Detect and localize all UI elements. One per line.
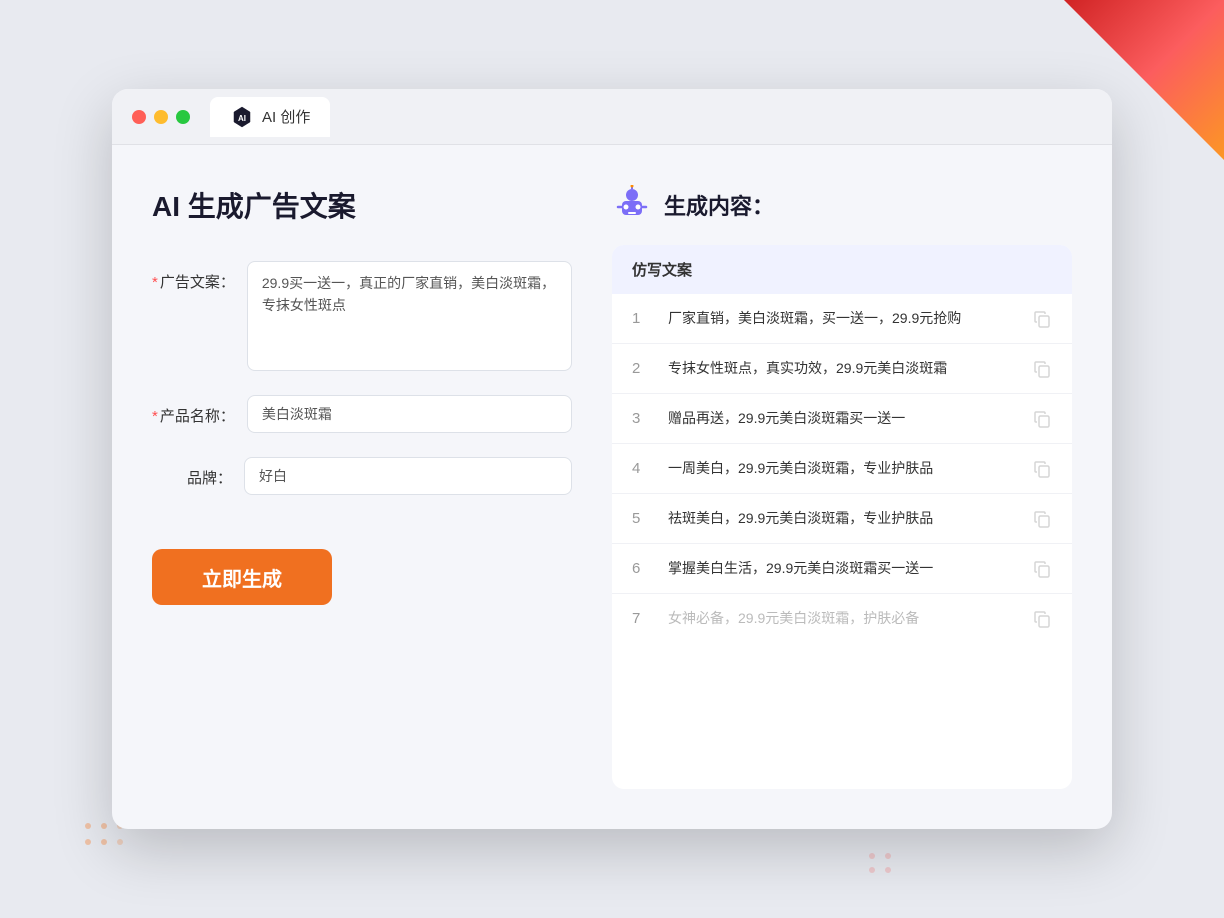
generate-button[interactable]: 立即生成 [152, 549, 332, 605]
product-name-label: *产品名称： [152, 395, 235, 426]
ad-copy-required: * [152, 274, 158, 291]
table-row: 2 专抹女性斑点，真实功效，29.9元美白淡斑霜 [612, 344, 1072, 394]
title-bar: AI AI 创作 [112, 89, 1112, 145]
ad-copy-group: *广告文案： 29.9买一送一，真正的厂家直销，美白淡斑霜，专抹女性斑点 [152, 261, 572, 371]
table-row: 7 女神必备，29.9元美白淡斑霜，护肤必备 [612, 594, 1072, 643]
robot-icon [612, 185, 652, 225]
row-number: 1 [632, 310, 652, 327]
product-name-input[interactable] [247, 395, 572, 433]
copy-icon[interactable] [1032, 609, 1052, 629]
row-number: 3 [632, 410, 652, 427]
row-number: 7 [632, 610, 652, 627]
brand-label: 品牌： [152, 457, 232, 488]
table-header: 仿写文案 [612, 245, 1072, 294]
result-rows: 1 厂家直销，美白淡斑霜，买一送一，29.9元抢购 2 专抹女性斑点，真实功效，… [612, 294, 1072, 643]
copy-icon[interactable] [1032, 309, 1052, 329]
brand-input[interactable] [244, 457, 572, 495]
table-row: 4 一周美白，29.9元美白淡斑霜，专业护肤品 [612, 444, 1072, 494]
copy-icon[interactable] [1032, 459, 1052, 479]
result-table: 仿写文案 1 厂家直销，美白淡斑霜，买一送一，29.9元抢购 2 专抹女性斑点，… [612, 245, 1072, 789]
table-row: 6 掌握美白生活，29.9元美白淡斑霜买一送一 [612, 544, 1072, 594]
ad-copy-input[interactable]: 29.9买一送一，真正的厂家直销，美白淡斑霜，专抹女性斑点 [247, 261, 572, 371]
traffic-lights [132, 110, 190, 124]
result-header: 生成内容： [612, 185, 1072, 225]
row-number: 5 [632, 510, 652, 527]
tab-label: AI 创作 [262, 106, 310, 127]
row-number: 2 [632, 360, 652, 377]
main-content: AI 生成广告文案 *广告文案： 29.9买一送一，真正的厂家直销，美白淡斑霜，… [112, 145, 1112, 829]
copy-icon[interactable] [1032, 509, 1052, 529]
browser-window: AI AI 创作 AI 生成广告文案 *广告文案： 29.9买一送一，真正的厂家… [112, 89, 1112, 829]
minimize-button[interactable] [154, 110, 168, 124]
product-name-required: * [152, 408, 158, 425]
copy-icon[interactable] [1032, 359, 1052, 379]
row-text: 掌握美白生活，29.9元美白淡斑霜买一送一 [668, 558, 1016, 579]
row-text: 赠品再送，29.9元美白淡斑霜买一送一 [668, 408, 1016, 429]
table-row: 5 祛斑美白，29.9元美白淡斑霜，专业护肤品 [612, 494, 1072, 544]
ai-logo-icon: AI [230, 105, 254, 129]
left-panel: AI 生成广告文案 *广告文案： 29.9买一送一，真正的厂家直销，美白淡斑霜，… [152, 185, 572, 789]
row-text: 专抹女性斑点，真实功效，29.9元美白淡斑霜 [668, 358, 1016, 379]
page-title: AI 生成广告文案 [152, 185, 572, 225]
ad-copy-label: *广告文案： [152, 261, 235, 292]
row-text: 一周美白，29.9元美白淡斑霜，专业护肤品 [668, 458, 1016, 479]
brand-group: 品牌： [152, 457, 572, 495]
row-text: 祛斑美白，29.9元美白淡斑霜，专业护肤品 [668, 508, 1016, 529]
copy-icon[interactable] [1032, 559, 1052, 579]
row-text: 女神必备，29.9元美白淡斑霜，护肤必备 [668, 608, 1016, 629]
right-panel: 生成内容： 仿写文案 1 厂家直销，美白淡斑霜，买一送一，29.9元抢购 2 专… [612, 185, 1072, 789]
close-button[interactable] [132, 110, 146, 124]
maximize-button[interactable] [176, 110, 190, 124]
row-number: 6 [632, 560, 652, 577]
row-text: 厂家直销，美白淡斑霜，买一送一，29.9元抢购 [668, 308, 1016, 329]
bg-dots-right [864, 848, 924, 878]
row-number: 4 [632, 460, 652, 477]
product-name-group: *产品名称： [152, 395, 572, 433]
table-row: 3 赠品再送，29.9元美白淡斑霜买一送一 [612, 394, 1072, 444]
active-tab[interactable]: AI AI 创作 [210, 97, 330, 137]
table-row: 1 厂家直销，美白淡斑霜，买一送一，29.9元抢购 [612, 294, 1072, 344]
svg-text:AI: AI [238, 114, 246, 123]
result-title: 生成内容： [664, 189, 774, 221]
copy-icon[interactable] [1032, 409, 1052, 429]
